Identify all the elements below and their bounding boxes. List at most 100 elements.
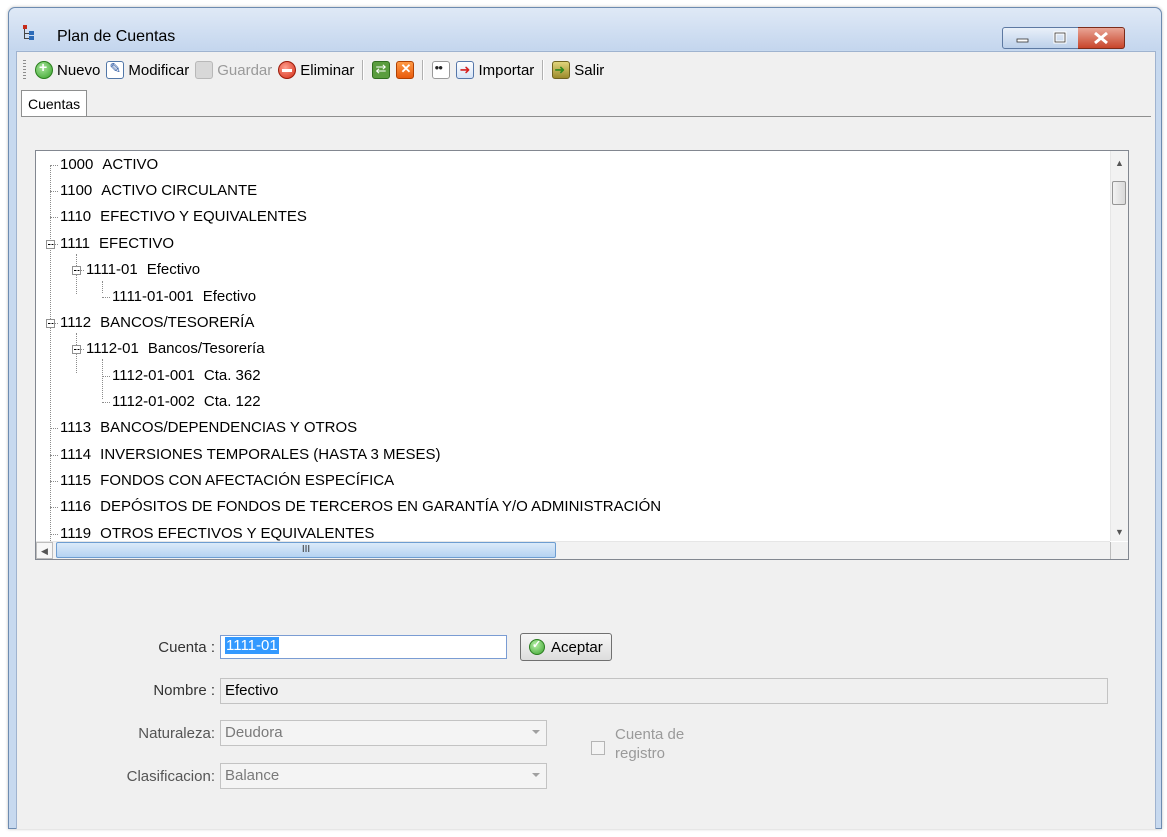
naturaleza-value: Deudora [225,724,283,741]
nombre-label: Nombre : [153,682,215,699]
salir-button[interactable]: Salir [549,57,607,83]
account-code: 1112-01-002 [112,393,195,410]
account-name: ACTIVO CIRCULANTE [101,182,258,199]
save-icon [195,61,214,79]
toolbar-grip[interactable] [23,60,26,80]
salir-label: Salir [574,61,605,79]
account-code: 1116 [60,498,92,515]
maximize-icon [1053,31,1067,44]
account-name: Efectivo [202,288,257,305]
tab-cuentas[interactable]: Cuentas [21,90,88,117]
nuevo-label: Nuevo [57,61,101,79]
tab-strip-line [21,116,1151,117]
tree-node[interactable]: 1116 DEPÓSITOS DE FONDOS DE TERCEROS EN G… [60,494,661,520]
account-code: 1110 [60,208,92,225]
tree-node[interactable]: 1110 EFECTIVO Y EQUIVALENTES [60,204,307,230]
registro-label-line1: Cuenta de [615,726,685,743]
title-bar: Plan de Cuentas [9,8,1161,50]
account-name: DEPÓSITOS DE FONDOS DE TERCEROS EN GARAN… [100,498,662,515]
scroll-left-icon[interactable]: ◀ [36,542,53,559]
cancel-icon [396,61,415,79]
clasificacion-select[interactable]: Balance [220,763,547,789]
toolbar-separator [542,60,545,80]
tree-node[interactable]: 1113 BANCOS/DEPENDENCIAS Y OTROS [60,415,357,441]
tree-node[interactable]: 1112-01 Bancos/Tesorería [86,336,265,362]
account-name: Bancos/Tesorería [147,340,265,357]
tree-node[interactable]: 1112 BANCOS/TESORERÍA [60,310,254,336]
account-name: OTROS EFECTIVOS Y EQUIVALENTES [100,525,375,541]
tree-node[interactable]: 1112-01-001 Cta. 362 [112,363,261,389]
importar-button[interactable]: Importar [453,57,537,83]
account-name: Efectivo [146,261,201,278]
tree-connector [102,402,110,403]
tree-node[interactable]: 1112-01-002 Cta. 122 [112,389,261,415]
cuenta-label: Cuenta : [158,639,215,656]
modificar-label: Modificar [128,61,190,79]
account-name: FONDOS CON AFECTACIÓN ESPECÍFICA [100,472,395,489]
scroll-up-icon[interactable]: ▲ [1111,155,1128,172]
registro-label-line2: registro [615,745,666,762]
tree-node[interactable]: 1100 ACTIVO CIRCULANTE [60,178,257,204]
tree-node[interactable]: 1111-01-001 Efectivo [112,284,256,310]
tree-node[interactable]: 1000 ACTIVO [60,152,158,178]
cancel-button[interactable] [393,57,417,83]
client-area: Nuevo Modificar Guardar Eliminar [16,51,1156,829]
close-button[interactable] [1078,27,1125,49]
naturaleza-select[interactable]: Deudora [220,720,547,746]
tree-connector [50,481,58,482]
maximize-button[interactable] [1042,27,1079,49]
tree-node[interactable]: 1114 INVERSIONES TEMPORALES (HASTA 3 MESE… [60,442,441,468]
tree-node[interactable]: 1115 FONDOS CON AFECTACIÓN ESPECÍFICA [60,468,394,494]
tree-connector [50,534,58,535]
modificar-button[interactable]: Modificar [103,57,192,83]
account-code: 1119 [60,525,92,541]
horizontal-scroll-thumb[interactable]: III [56,542,556,558]
horizontal-scrollbar[interactable]: ◀ III ▶ [36,541,1127,559]
tree-connector [50,455,58,456]
cuenta-value: 1111-01 [225,637,279,654]
tree-connector [50,217,58,218]
window-title: Plan de Cuentas [57,28,176,45]
scroll-down-icon[interactable]: ▼ [1111,524,1128,541]
toolbar-separator [422,60,425,80]
tree-connector [50,323,58,324]
account-name: EFECTIVO Y EQUIVALENTES [100,208,307,225]
account-name: INVERSIONES TEMPORALES (HASTA 3 MESES) [100,446,441,463]
accounts-tree[interactable]: 1000 ACTIVO 1100 ACTIVO CIRCULANTE 1110 EFE… [35,150,1129,560]
account-code: 1115 [60,472,92,489]
tab-cuentas-label: Cuentas [28,96,81,112]
nombre-field: Efectivo [220,678,1108,704]
eliminar-button[interactable]: Eliminar [275,57,357,83]
tree-node[interactable]: 1111 EFECTIVO [60,231,174,257]
tree-connector [50,191,58,192]
exit-icon [552,61,571,79]
cuenta-input[interactable]: 1111-01 [220,635,507,659]
scroll-grip: III [301,544,311,555]
vertical-scrollbar[interactable]: ▲ ▼ [1110,151,1128,541]
app-window: Plan de Cuentas Nuevo Modificar Guardar [8,7,1162,829]
tree-connector [50,165,51,541]
tree-node[interactable]: 1119 OTROS EFECTIVOS Y EQUIVALENTES [60,521,374,541]
find-button[interactable] [429,57,453,83]
tree-connector [76,270,84,271]
minimize-icon [1016,38,1029,43]
tree-node[interactable]: 1111-01 Efectivo [86,257,200,283]
delete-icon [278,61,297,79]
tree-connector [102,376,110,377]
registro-checkbox[interactable] [591,741,605,755]
aceptar-button[interactable]: Aceptar [520,633,612,661]
nuevo-button[interactable]: Nuevo [32,57,103,83]
account-code: 1113 [60,419,92,436]
clasificacion-value: Balance [225,767,280,784]
account-name: BANCOS/TESORERÍA [100,314,255,331]
tree-connector [102,297,110,298]
account-code: 1111-01-001 [112,288,194,305]
refresh-button[interactable] [369,57,393,83]
add-icon [35,59,53,79]
minimize-button[interactable] [1002,27,1044,49]
guardar-button[interactable]: Guardar [192,57,275,83]
refresh-icon [372,61,391,79]
close-icon [1094,31,1108,45]
vertical-scroll-thumb[interactable] [1112,181,1126,205]
tree-connector [50,507,58,508]
